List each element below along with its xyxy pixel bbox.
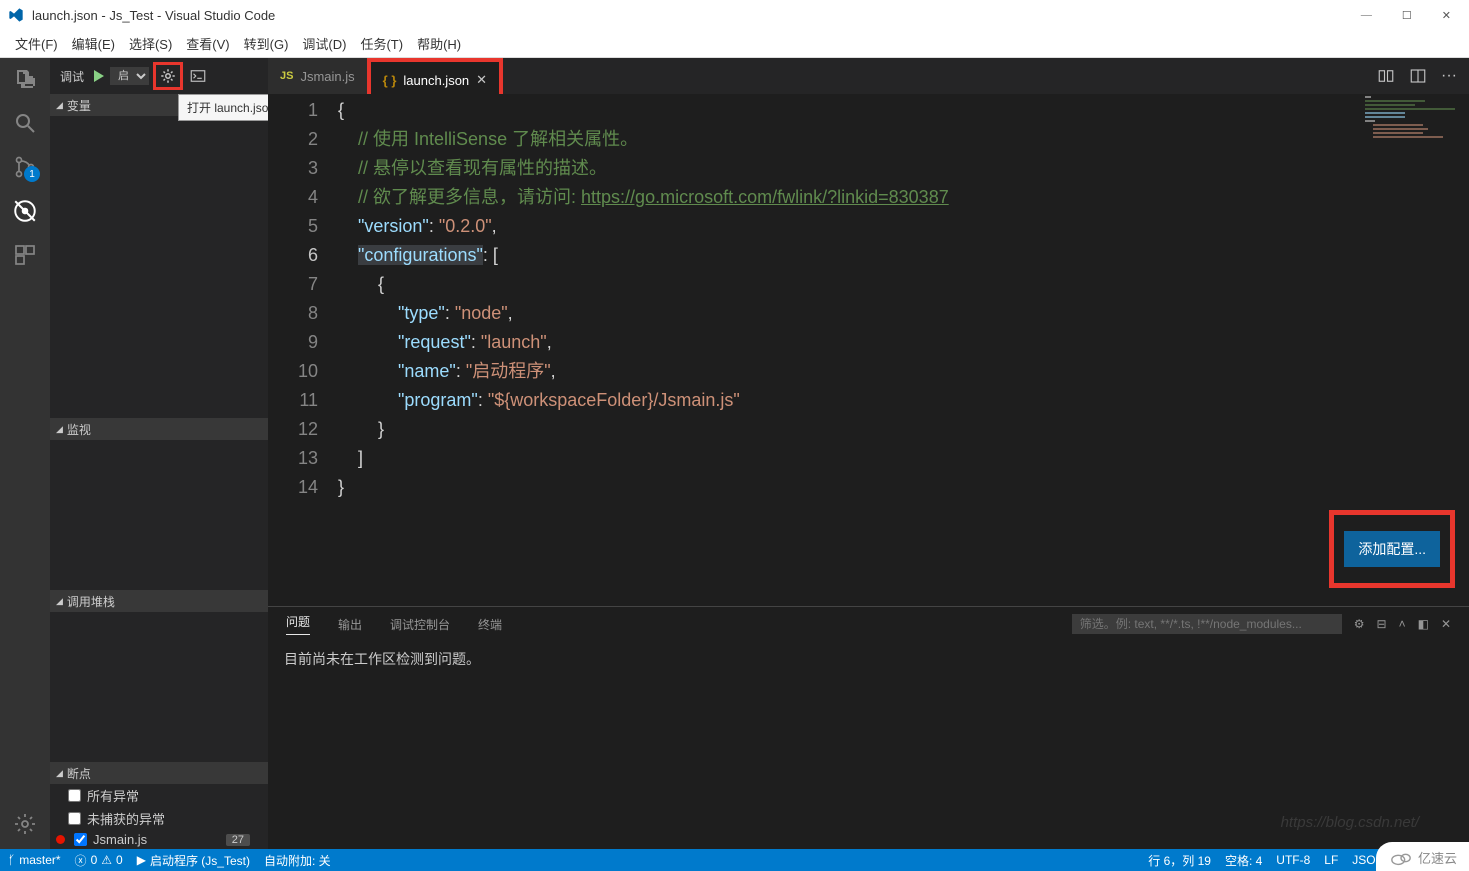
menu-debug[interactable]: 调试(D)	[295, 34, 353, 53]
scm-badge: 1	[24, 166, 40, 182]
minimize-button[interactable]: —	[1361, 9, 1372, 22]
watermark: https://blog.csdn.net/	[1281, 814, 1419, 831]
debug-icon[interactable]	[12, 198, 38, 224]
panel-close-icon[interactable]: ✕	[1441, 617, 1451, 631]
section-callstack[interactable]: ◢调用堆栈	[50, 590, 268, 612]
section-watch[interactable]: ◢监视	[50, 418, 268, 440]
panel-tab-terminal[interactable]: 终端	[478, 616, 502, 633]
close-button[interactable]: ✕	[1442, 9, 1451, 22]
menu-edit[interactable]: 编辑(E)	[65, 34, 122, 53]
debug-label: 调试	[60, 68, 84, 85]
split-editor-icon[interactable]	[1409, 67, 1427, 85]
more-icon[interactable]: ···	[1441, 67, 1457, 85]
sidebar: 调试 启 打开 launch.json ◢变量 ◢监视 ◢调用堆栈 ◢断点 所有…	[50, 58, 268, 849]
debug-toolbar: 调试 启 打开 launch.json	[50, 58, 268, 94]
yisu-badge: 亿速云	[1376, 842, 1469, 871]
open-launch-json-button[interactable]	[153, 62, 183, 90]
bp-line-number: 27	[226, 834, 250, 846]
titlebar: launch.json - Js_Test - Visual Studio Co…	[0, 0, 1469, 30]
bottom-panel: 问题 输出 调试控制台 终端 ⚙ ⊟ ˄ ◧ ✕ 目前尚未在工作区检测到问题。 …	[268, 606, 1469, 849]
menu-view[interactable]: 查看(V)	[179, 34, 236, 53]
window-title: launch.json - Js_Test - Visual Studio Co…	[32, 8, 275, 23]
menu-goto[interactable]: 转到(G)	[237, 34, 296, 53]
status-errors[interactable]: ⓧ 0 ⚠ 0	[75, 852, 123, 869]
bp-file-jsmain[interactable]: Jsmain.js27	[50, 830, 268, 849]
line-gutter: 1234567891011121314	[268, 94, 338, 606]
maximize-button[interactable]: ☐	[1402, 9, 1412, 22]
bp-all-exceptions[interactable]: 所有异常	[50, 784, 268, 807]
panel-up-icon[interactable]: ˄	[1399, 617, 1406, 631]
run-icon[interactable]	[90, 68, 106, 84]
code-content[interactable]: { // 使用 IntelliSense 了解相关属性。 // 悬停以查看现有属…	[338, 94, 1469, 606]
panel-tab-output[interactable]: 输出	[338, 616, 362, 633]
bp-uncaught-exceptions[interactable]: 未捕获的异常	[50, 807, 268, 830]
status-eol[interactable]: LF	[1324, 852, 1338, 869]
menu-select[interactable]: 选择(S)	[122, 34, 179, 53]
settings-icon[interactable]	[12, 811, 38, 837]
bp-uncaught-checkbox[interactable]	[68, 812, 81, 825]
problems-body: 目前尚未在工作区检测到问题。 https://blog.csdn.net/	[268, 641, 1469, 677]
compare-icon[interactable]	[1377, 67, 1395, 85]
explorer-icon[interactable]	[12, 66, 38, 92]
status-launch[interactable]: ▶ 启动程序 (Js_Test)	[137, 852, 250, 869]
vscode-icon	[8, 7, 24, 23]
add-config-button[interactable]: 添加配置...	[1344, 531, 1440, 567]
status-spaces[interactable]: 空格: 4	[1225, 852, 1262, 869]
debug-console-icon[interactable]	[189, 67, 207, 85]
section-breakpoints[interactable]: ◢断点	[50, 762, 268, 784]
minimap[interactable]	[1359, 94, 1469, 150]
tab-launch-json[interactable]: { }launch.json✕	[371, 62, 499, 98]
bp-all-checkbox[interactable]	[68, 789, 81, 802]
menu-file[interactable]: 文件(F)	[8, 34, 65, 53]
tabbar: JSJsmain.js { }launch.json✕ ···	[268, 58, 1469, 94]
panel-maximize-icon[interactable]: ◧	[1418, 617, 1429, 631]
code-editor[interactable]: 1234567891011121314 { // 使用 IntelliSense…	[268, 94, 1469, 606]
add-config-highlight: 添加配置...	[1329, 510, 1455, 588]
scm-icon[interactable]: 1	[12, 154, 38, 180]
status-autoattach[interactable]: 自动附加: 关	[264, 852, 331, 869]
filter-gear-icon[interactable]: ⚙	[1354, 617, 1365, 631]
tab-jsmain[interactable]: JSJsmain.js	[268, 58, 367, 94]
panel-tab-debugconsole[interactable]: 调试控制台	[390, 616, 450, 633]
problems-filter-input[interactable]	[1072, 614, 1342, 634]
menu-help[interactable]: 帮助(H)	[410, 34, 468, 53]
activitybar: 1	[0, 58, 50, 849]
panel-tab-problems[interactable]: 问题	[286, 613, 310, 635]
bp-file-checkbox[interactable]	[74, 833, 87, 846]
search-icon[interactable]	[12, 110, 38, 136]
extensions-icon[interactable]	[12, 242, 38, 268]
status-branch[interactable]: ᚶ master*	[8, 853, 61, 867]
panel-collapse-icon[interactable]: ⊟	[1377, 617, 1387, 631]
js-file-icon: JS	[280, 70, 293, 82]
breakpoint-dot-icon	[56, 835, 65, 844]
config-dropdown[interactable]: 启	[110, 67, 149, 85]
statusbar: ᚶ master* ⓧ 0 ⚠ 0 ▶ 启动程序 (Js_Test) 自动附加:…	[0, 849, 1469, 871]
close-tab-icon[interactable]: ✕	[476, 72, 487, 88]
json-file-icon: { }	[383, 73, 397, 88]
menubar: 文件(F) 编辑(E) 选择(S) 查看(V) 转到(G) 调试(D) 任务(T…	[0, 30, 1469, 58]
status-encoding[interactable]: UTF-8	[1276, 852, 1310, 869]
menu-tasks[interactable]: 任务(T)	[353, 34, 410, 53]
status-position[interactable]: 行 6，列 19	[1148, 852, 1211, 869]
